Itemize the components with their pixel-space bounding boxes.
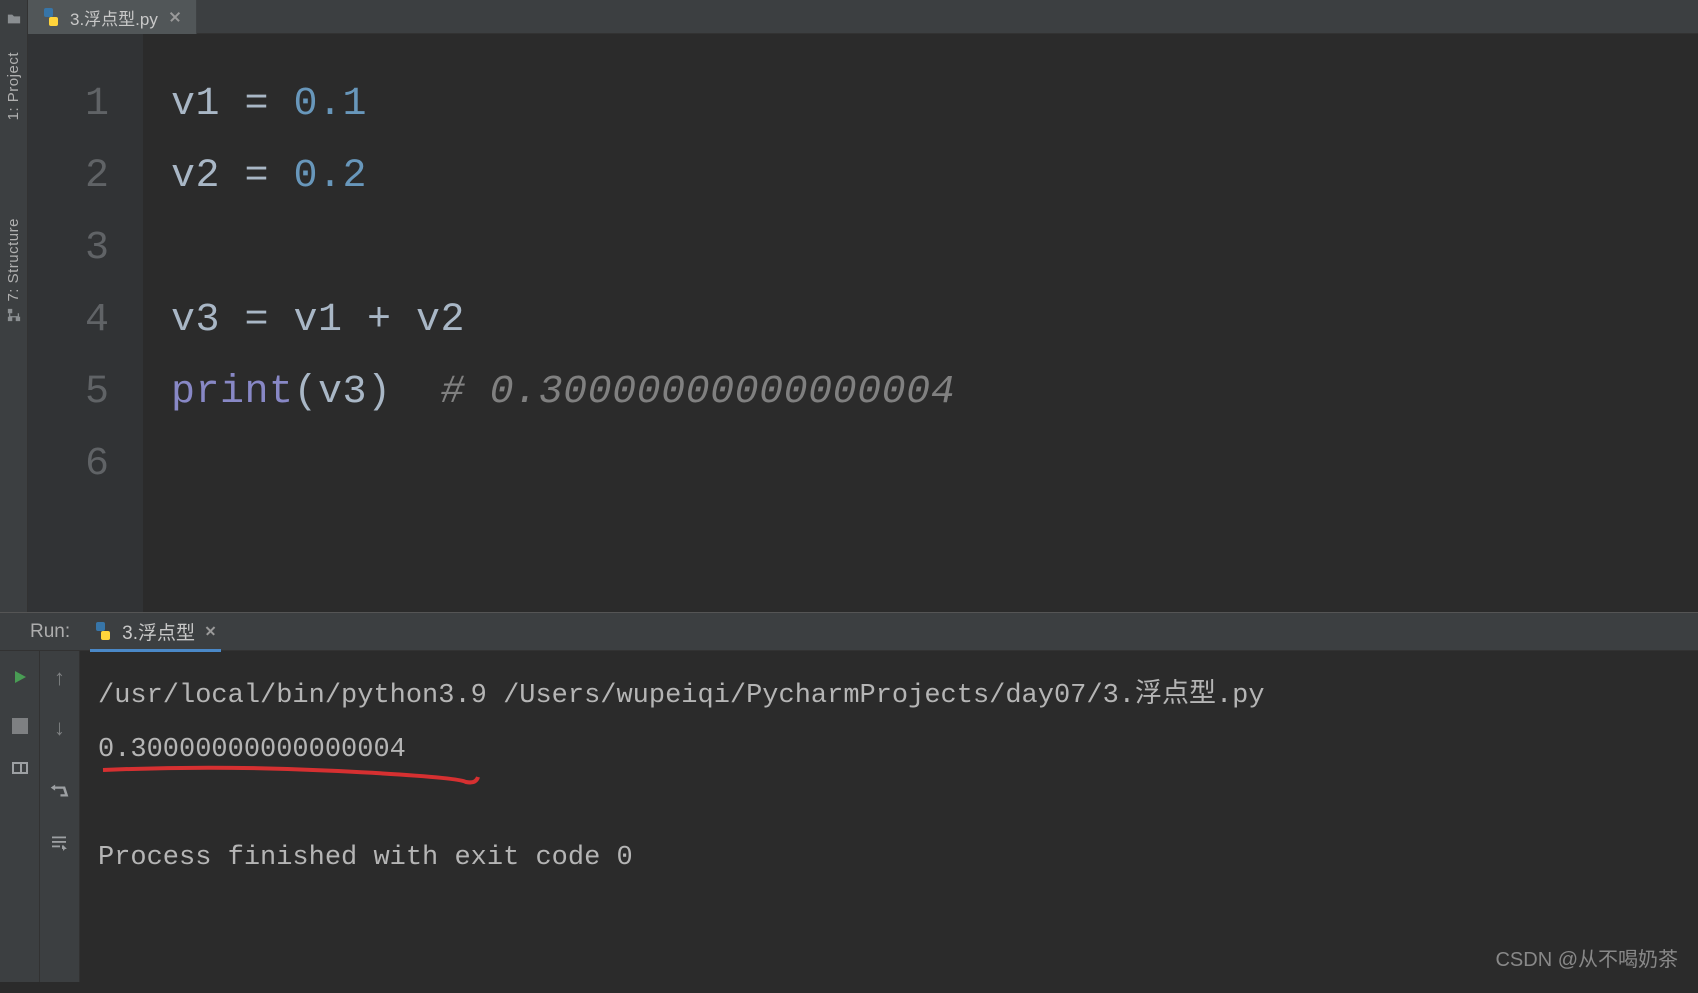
stop-icon[interactable] <box>12 718 28 734</box>
code-token: v3 = v1 + v2 <box>171 298 465 343</box>
down-icon[interactable]: ↓ <box>53 719 66 741</box>
python-file-icon <box>42 8 60 26</box>
soft-wrap-icon[interactable]: ⮐ <box>50 769 70 807</box>
console-cmd: /usr/local/bin/python3.9 /Users/wupeiqi/… <box>98 681 1265 711</box>
code-token: v2 = <box>171 154 294 199</box>
editor-tab-bar: 3.浮点型.py <box>28 0 1698 34</box>
line-number: 6 <box>28 429 109 501</box>
structure-icon[interactable] <box>6 308 22 322</box>
run-nav-toolbar: ↑ ↓ ⮐ <box>40 651 80 982</box>
close-icon[interactable] <box>168 10 182 24</box>
line-number: 2 <box>28 141 109 213</box>
run-header: Run: 3.浮点型 <box>0 613 1698 651</box>
code-token-number: 0.1 <box>294 82 368 127</box>
layout-icon[interactable] <box>12 762 28 774</box>
watermark: CSDN @从不喝奶茶 <box>1495 943 1678 972</box>
line-number: 3 <box>28 213 109 285</box>
run-action-toolbar <box>0 651 40 982</box>
console-output[interactable]: /usr/local/bin/python3.9 /Users/wupeiqi/… <box>80 651 1698 982</box>
up-icon[interactable]: ↑ <box>53 669 66 691</box>
run-body: ↑ ↓ ⮐ /usr/local/bin/python3.9 /Users/wu… <box>0 651 1698 982</box>
code-token: v1 = <box>171 82 294 127</box>
run-panel: Run: 3.浮点型 ↑ ↓ ⮐ /usr/local/bin/python3.… <box>0 612 1698 982</box>
project-tab-label[interactable]: 1: Project <box>5 52 22 120</box>
run-tab[interactable]: 3.浮点型 <box>90 612 221 652</box>
run-tab-name: 3.浮点型 <box>122 618 195 645</box>
code-token-number: 0.2 <box>294 154 368 199</box>
console-exit: Process finished with exit code 0 <box>98 843 633 873</box>
line-number: 1 <box>28 69 109 141</box>
code-token-comment: # 0.30000000000000004 <box>441 370 956 415</box>
code-token: (v3) <box>294 370 441 415</box>
line-number: 5 <box>28 357 109 429</box>
code-area[interactable]: v1 = 0.1 v2 = 0.2 v3 = v1 + v2 print(v3)… <box>143 34 1698 612</box>
console-line: 0.30000000000000004 <box>98 735 406 765</box>
scroll-to-end-icon[interactable] <box>51 835 69 858</box>
run-label: Run: <box>30 621 70 643</box>
gutter: 1 2 3 4 5 6 <box>28 34 143 612</box>
project-sidebar: 1: Project 7: Structure <box>0 0 28 612</box>
structure-tab-label[interactable]: 7: Structure <box>5 218 22 302</box>
line-number: 4 <box>28 285 109 357</box>
editor-tab-name: 3.浮点型.py <box>70 5 158 30</box>
project-icon[interactable] <box>6 12 22 26</box>
editor: 1 2 3 4 5 6 v1 = 0.1 v2 = 0.2 v3 = v1 + … <box>28 34 1698 612</box>
editor-tab[interactable]: 3.浮点型.py <box>28 0 197 34</box>
close-icon[interactable] <box>205 625 217 637</box>
python-file-icon <box>94 622 112 640</box>
rerun-icon[interactable] <box>12 669 28 690</box>
code-token-builtin: print <box>171 370 294 415</box>
